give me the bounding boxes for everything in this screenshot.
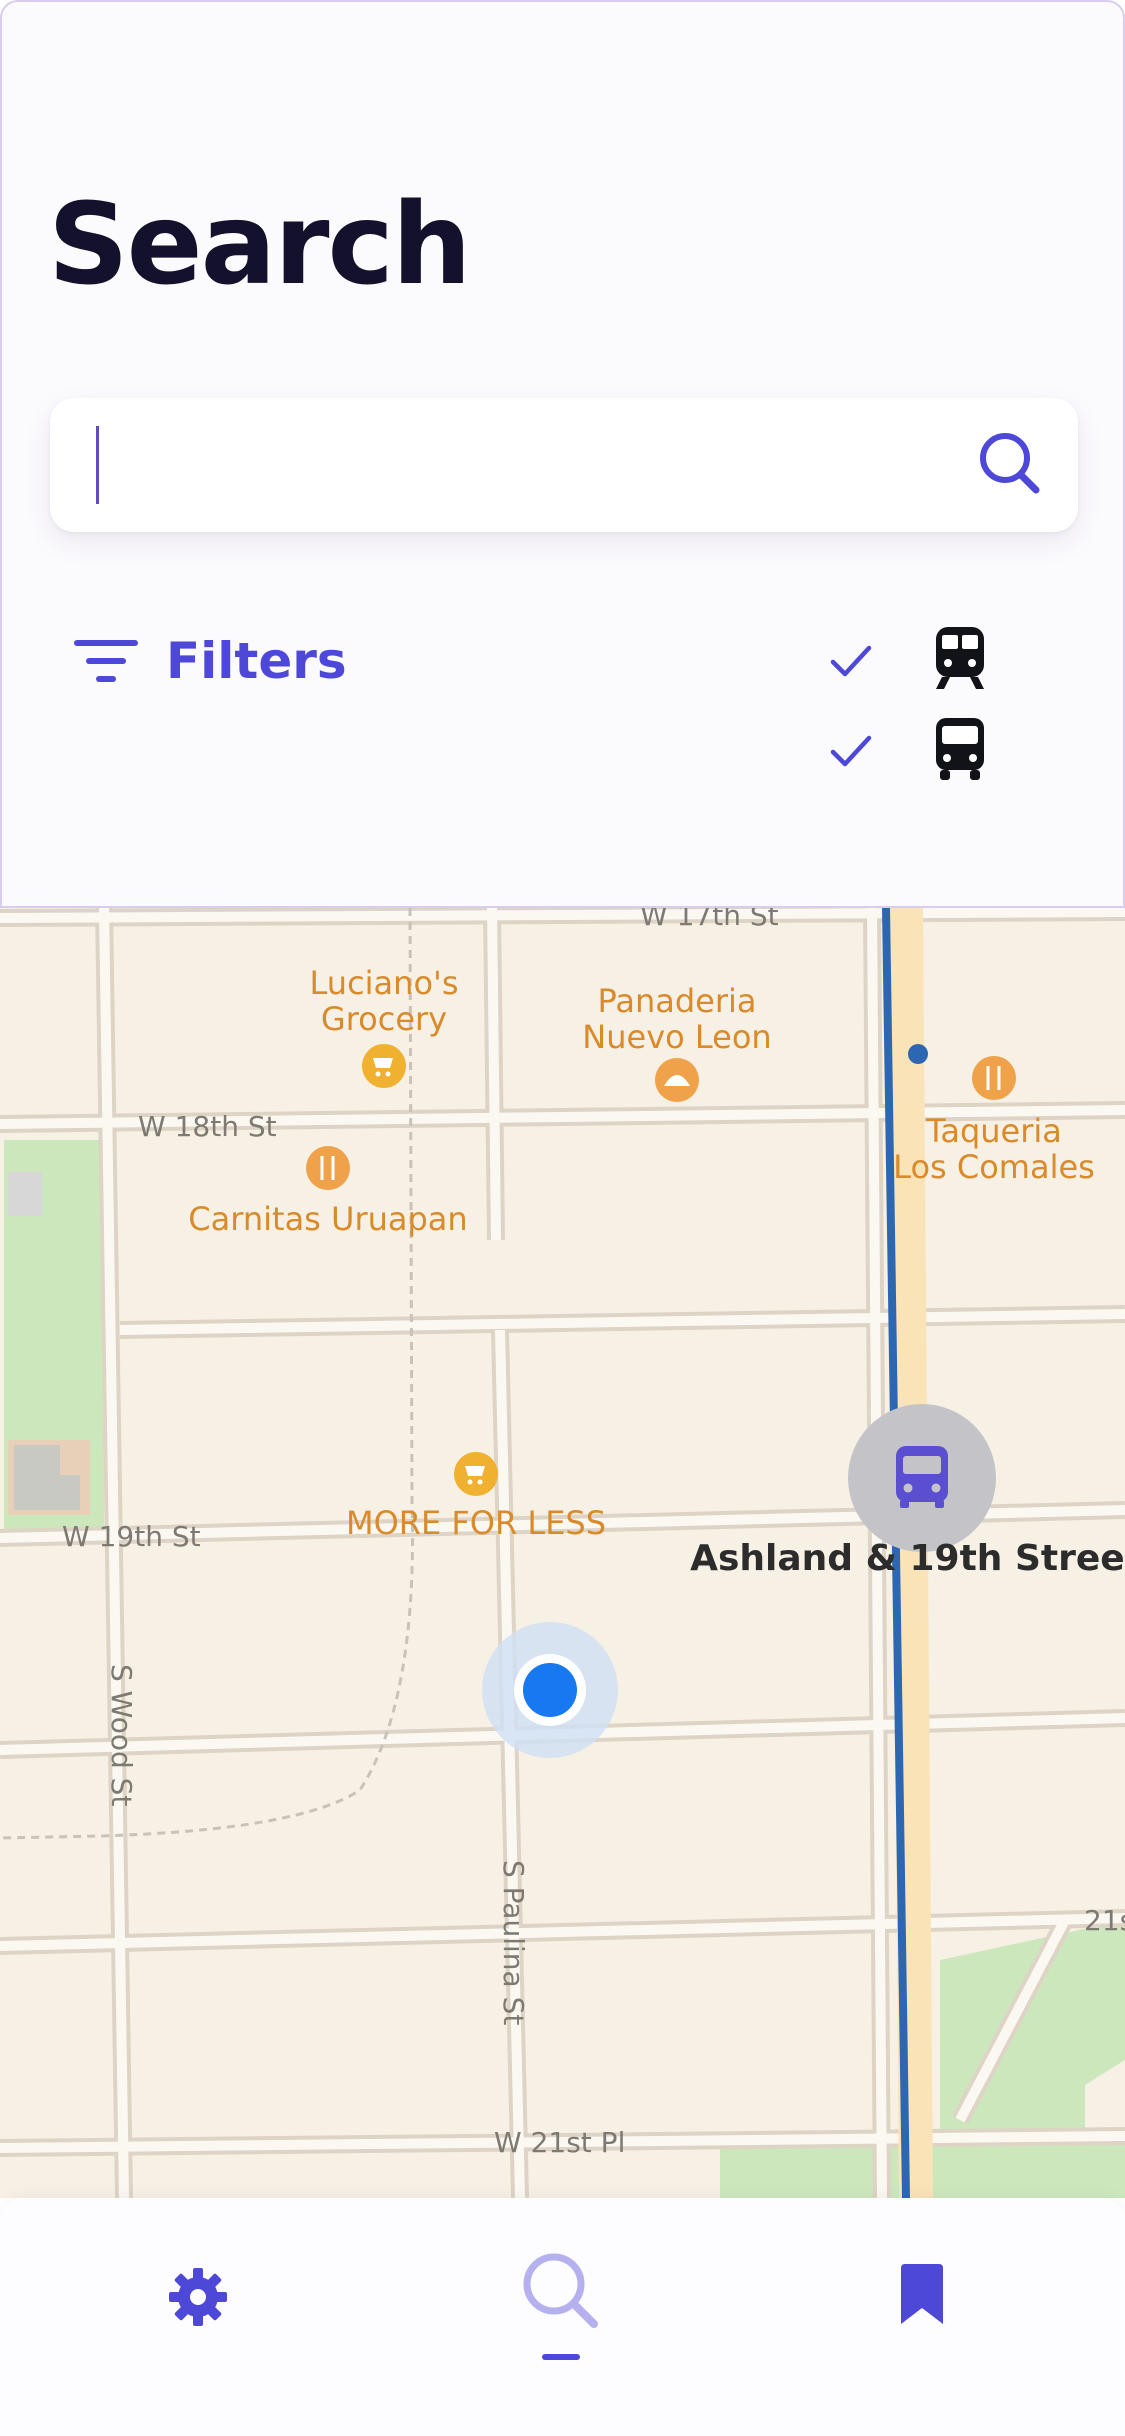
- street-label: 21s: [1084, 1904, 1125, 1937]
- check-icon[interactable]: [828, 638, 874, 684]
- nav-search[interactable]: [481, 2238, 641, 2368]
- nav-saved[interactable]: [842, 2238, 1002, 2368]
- poi-label: MORE FOR LESS: [346, 1504, 606, 1542]
- search-header: Search Filters: [0, 0, 1125, 908]
- search-box[interactable]: [50, 398, 1078, 532]
- street-label: S Paulina St: [497, 1860, 530, 2025]
- filter-icon: [74, 640, 138, 682]
- search-icon: [523, 2253, 598, 2328]
- bus-stop-marker[interactable]: [848, 1404, 996, 1552]
- poi-label: Nuevo Leon: [582, 1018, 771, 1056]
- bus-stop-label: Ashland & 19th Street: [690, 1538, 1125, 1579]
- poi-label: Panaderia: [597, 982, 756, 1020]
- restaurant-icon[interactable]: [306, 1146, 350, 1190]
- bottom-navigation: [0, 2198, 1125, 2436]
- check-icon[interactable]: [828, 728, 874, 774]
- street-label: W 18th St: [138, 1110, 277, 1143]
- filters-button[interactable]: Filters: [72, 626, 347, 696]
- search-input[interactable]: [94, 422, 978, 510]
- street-label: S Wood St: [105, 1664, 138, 1806]
- street-label: W 19th St: [62, 1520, 201, 1553]
- search-icon[interactable]: [966, 420, 1056, 510]
- current-location-marker[interactable]: [482, 1622, 618, 1758]
- nav-settings[interactable]: [118, 2238, 278, 2368]
- building: [8, 1172, 42, 1216]
- map-view[interactable]: Luciano's Grocery Panaderia Nuevo Leon T…: [0, 908, 1125, 2198]
- active-tab-indicator: [542, 2354, 580, 2360]
- street-label: W 21st Pl: [494, 2126, 625, 2159]
- train-icon[interactable]: [930, 625, 990, 691]
- filters-label: Filters: [166, 632, 347, 690]
- grocery-icon[interactable]: [454, 1452, 498, 1496]
- poi-label: Los Comales: [893, 1148, 1095, 1186]
- poi-label: Taqueria: [925, 1112, 1062, 1150]
- poi-label: Luciano's: [310, 964, 459, 1002]
- bookmark-icon: [901, 2264, 943, 2324]
- poi-label: Grocery: [321, 1000, 447, 1038]
- bus-icon[interactable]: [930, 716, 990, 782]
- poi-label: Carnitas Uruapan: [188, 1200, 467, 1238]
- text-cursor: [96, 426, 99, 504]
- page-title: Search: [48, 180, 472, 310]
- gear-icon: [169, 2268, 227, 2326]
- street-label: W 17th St: [640, 908, 779, 932]
- bakery-icon[interactable]: [655, 1058, 699, 1102]
- grocery-icon[interactable]: [362, 1044, 406, 1088]
- restaurant-icon[interactable]: [972, 1056, 1016, 1100]
- transit-stop-marker[interactable]: [908, 1044, 928, 1064]
- map-canvas[interactable]: Luciano's Grocery Panaderia Nuevo Leon T…: [0, 908, 1125, 2198]
